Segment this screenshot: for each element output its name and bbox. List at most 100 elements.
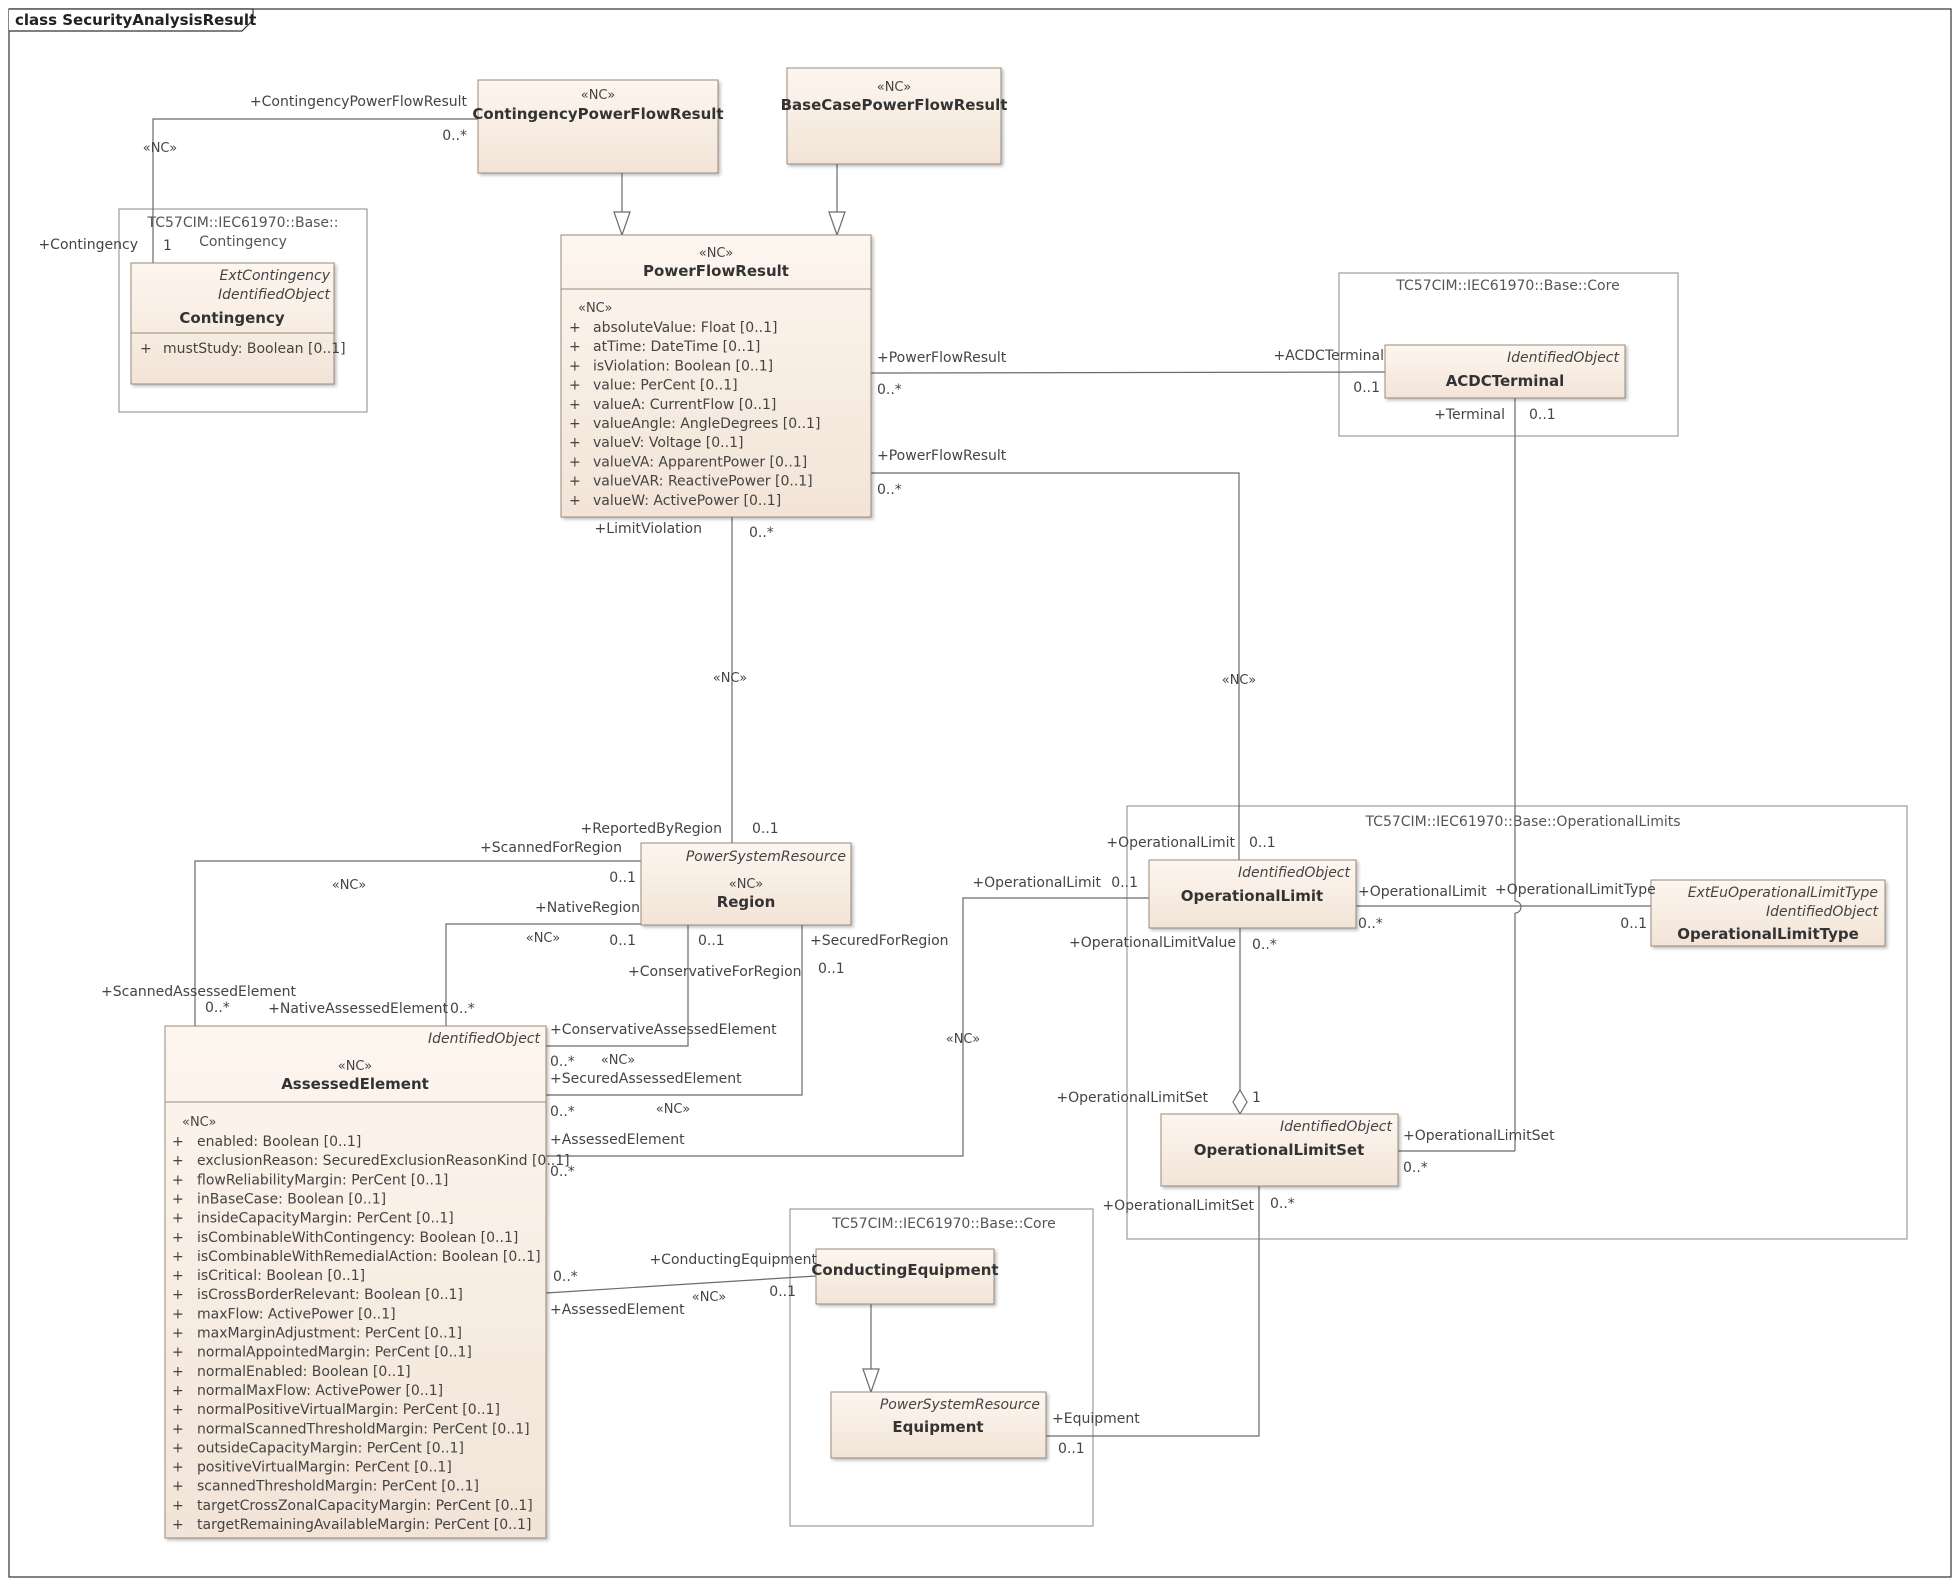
class-name: ACDCTerminal <box>1446 372 1565 390</box>
class-parent: PowerSystemResource <box>880 1397 1040 1413</box>
class-assessed-element[interactable]: IdentifiedObject «NC» AssessedElement «N… <box>164 1025 570 1539</box>
class-attribute: atTime: DateTime [0..1] <box>593 339 760 355</box>
class-attribute: isCrossBorderRelevant: Boolean [0..1] <box>197 1287 463 1303</box>
stereotype-label: «NC» <box>656 1102 690 1117</box>
class-attribute: positiveVirtualMargin: PerCent [0..1] <box>197 1460 452 1476</box>
multiplicity-label: 0..* <box>1252 937 1277 953</box>
class-stereotype: «NC» <box>338 1059 372 1074</box>
class-attribute: isViolation: Boolean [0..1] <box>593 358 773 374</box>
class-contingency[interactable]: ExtContingency IdentifiedObject Continge… <box>130 262 346 385</box>
role-label: +ScannedAssessedElement <box>101 984 296 1000</box>
attribute-visibility: + <box>172 1479 184 1495</box>
role-label: +OperationalLimit <box>972 875 1101 891</box>
attribute-visibility: + <box>569 416 581 432</box>
multiplicity-label: 1 <box>1252 1090 1261 1106</box>
role-label: +ACDCTerminal <box>1273 348 1384 364</box>
class-power-flow-result[interactable]: «NC» PowerFlowResult «NC» + absoluteValue… <box>560 234 872 518</box>
class-region[interactable]: PowerSystemResource «NC» Region <box>640 842 852 926</box>
class-attribute: isCombinableWithRemedialAction: Boolean … <box>197 1249 541 1265</box>
role-label: +PowerFlowResult <box>877 350 1007 366</box>
class-attribute: normalEnabled: Boolean [0..1] <box>197 1364 411 1380</box>
multiplicity-label: 0..* <box>205 1000 230 1016</box>
class-parent: ExtEuOperationalLimitType <box>1688 885 1878 901</box>
class-name: ConductingEquipment <box>811 1261 998 1279</box>
class-name: Contingency <box>179 309 284 327</box>
attribute-visibility: + <box>172 1498 184 1514</box>
multiplicity-label: 0..1 <box>1249 835 1276 851</box>
class-attribute: valueAngle: AngleDegrees [0..1] <box>593 416 820 432</box>
class-attribute: valueV: Voltage [0..1] <box>593 435 743 451</box>
attribute-visibility: + <box>569 397 581 413</box>
class-attribute: maxFlow: ActivePower [0..1] <box>197 1306 396 1322</box>
generalization-arrowhead <box>828 211 846 237</box>
multiplicity-label: 0..* <box>550 1054 575 1070</box>
multiplicity-label: 0..* <box>550 1164 575 1180</box>
class-attribute: normalScannedThresholdMargin: PerCent [0… <box>197 1421 530 1437</box>
attribute-visibility: + <box>569 378 581 394</box>
class-acdc-terminal[interactable]: IdentifiedObject ACDCTerminal <box>1384 344 1626 399</box>
class-attribute: normalMaxFlow: ActivePower [0..1] <box>197 1383 443 1399</box>
role-label: +OperationalLimitSet <box>1102 1198 1254 1214</box>
class-equipment[interactable]: PowerSystemResource Equipment <box>830 1391 1047 1459</box>
stereotype-label: «NC» <box>946 1032 980 1047</box>
attribute-visibility: + <box>172 1421 184 1437</box>
class-attribute: exclusionReason: SecuredExclusionReasonK… <box>197 1153 570 1169</box>
multiplicity-label: 0..1 <box>769 1284 796 1300</box>
attribute-visibility: + <box>172 1191 184 1207</box>
role-label: +ConductingEquipment <box>649 1252 817 1268</box>
attribute-visibility: + <box>569 493 581 509</box>
multiplicity-label: 0..* <box>553 1269 578 1285</box>
attribute-visibility: + <box>172 1402 184 1418</box>
class-conducting-equipment[interactable]: ConductingEquipment <box>811 1248 999 1305</box>
class-operational-limit[interactable]: IdentifiedObject OperationalLimit <box>1148 859 1357 929</box>
class-attribute: outsideCapacityMargin: PerCent [0..1] <box>197 1440 464 1456</box>
association-terminal-hop <box>1514 900 1522 914</box>
class-base-case-power-flow-result[interactable]: «NC» BaseCasePowerFlowResult <box>781 67 1008 165</box>
role-label: +Terminal <box>1434 407 1505 423</box>
role-label: +AssessedElement <box>550 1302 685 1318</box>
stereotype-label: «NC» <box>1222 673 1256 688</box>
class-attribute: absoluteValue: Float [0..1] <box>593 320 777 336</box>
multiplicity-label: 0..1 <box>818 961 845 977</box>
role-label: +SecuredAssessedElement <box>550 1071 742 1087</box>
package-label: Contingency <box>199 234 287 250</box>
class-stereotype: «NC» <box>877 80 911 95</box>
stereotype-label: «NC» <box>143 141 177 156</box>
package-label: TC57CIM::IEC61970::Base::OperationalLimi… <box>1364 814 1680 830</box>
class-stereotype: «NC» <box>729 877 763 892</box>
role-label: +ConservativeForRegion <box>628 964 802 980</box>
class-attribute: targetRemainingAvailableMargin: PerCent … <box>197 1517 531 1533</box>
multiplicity-label: 0..* <box>1358 916 1383 932</box>
attribute-visibility: + <box>172 1230 184 1246</box>
class-attribute: targetCrossZonalCapacityMargin: PerCent … <box>197 1498 533 1514</box>
multiplicity-label: 0..1 <box>1620 916 1647 932</box>
attribute-visibility: + <box>569 339 581 355</box>
multiplicity-label: 0..1 <box>609 870 636 886</box>
role-label: +ReportedByRegion <box>581 821 722 837</box>
multiplicity-label: 0..1 <box>1529 407 1556 423</box>
role-label: +Equipment <box>1052 1411 1140 1427</box>
multiplicity-label: 0..1 <box>752 821 779 837</box>
role-label: +OperationalLimitSet <box>1056 1090 1208 1106</box>
stereotype-label: «NC» <box>692 1290 726 1305</box>
multiplicity-label: 0..* <box>442 128 467 144</box>
class-attribute: normalAppointedMargin: PerCent [0..1] <box>197 1345 472 1361</box>
role-label: +OperationalLimitValue <box>1069 935 1236 951</box>
association-pf-oplimit <box>871 472 1240 860</box>
attribute-visibility: + <box>569 474 581 490</box>
attribute-visibility: + <box>172 1153 184 1169</box>
multiplicity-label: 0..1 <box>1058 1441 1085 1457</box>
class-parent: IdentifiedObject <box>218 287 331 303</box>
attribute-visibility: + <box>172 1326 184 1342</box>
role-label: +OperationalLimit <box>1358 884 1487 900</box>
attribute-visibility: + <box>172 1134 184 1150</box>
class-operational-limit-set[interactable]: IdentifiedObject OperationalLimitSet <box>1160 1113 1399 1187</box>
role-label: +OperationalLimitSet <box>1403 1128 1555 1144</box>
association-olset-equipment <box>1046 1186 1260 1437</box>
class-contingency-power-flow-result[interactable]: «NC» ContingencyPowerFlowResult <box>472 79 724 174</box>
class-operational-limit-type[interactable]: ExtEuOperationalLimitType IdentifiedObje… <box>1650 879 1886 947</box>
attribute-visibility: + <box>140 341 152 357</box>
class-parent: IdentifiedObject <box>1238 865 1351 881</box>
multiplicity-label: 0..* <box>450 1001 475 1017</box>
stereotype-label: «NC» <box>601 1053 635 1068</box>
